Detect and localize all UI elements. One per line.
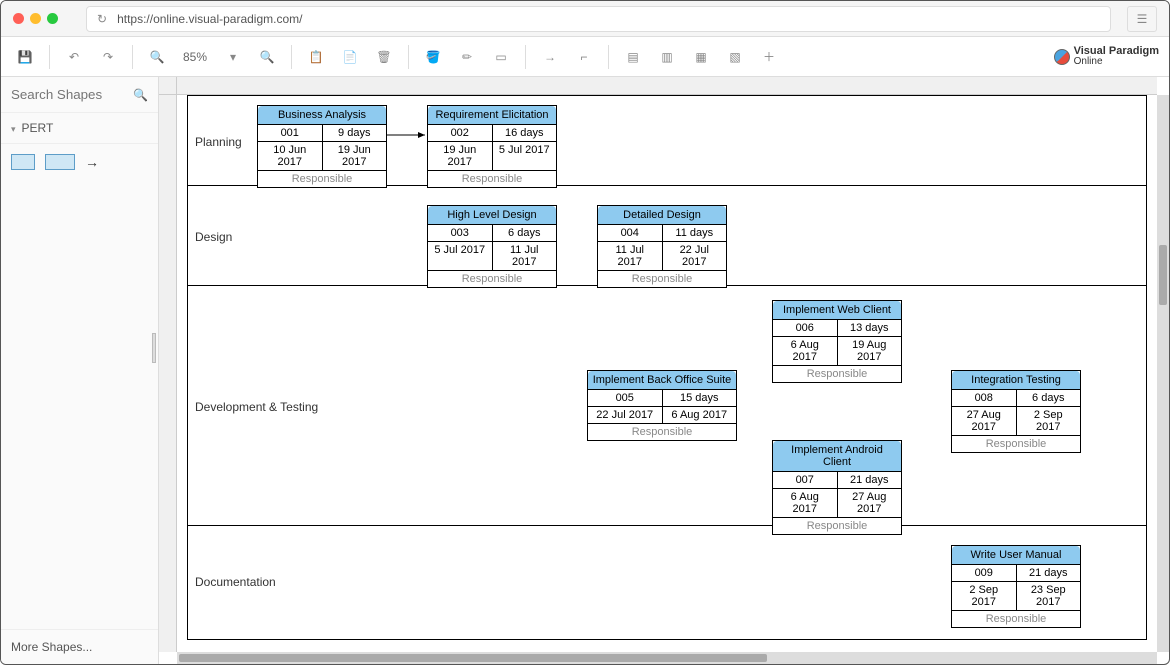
line-color-button[interactable]: ✏ bbox=[453, 43, 481, 71]
task-write-user-manual[interactable]: Write User Manual 00921 days 2 Sep 20172… bbox=[951, 545, 1081, 628]
task-implement-back-office[interactable]: Implement Back Office Suite 00515 days 2… bbox=[587, 370, 737, 441]
shape-task-wide[interactable] bbox=[45, 154, 75, 170]
reload-icon[interactable]: ↻ bbox=[97, 12, 107, 26]
delete-button[interactable]: 🗑 bbox=[370, 43, 398, 71]
zoom-in-button[interactable]: 🔍 bbox=[253, 43, 281, 71]
scrollbar-thumb[interactable] bbox=[179, 654, 767, 662]
undo-button[interactable]: ↶ bbox=[60, 43, 88, 71]
zoom-out-button[interactable]: 🔍 bbox=[143, 43, 171, 71]
canvas[interactable]: Planning Design Development & Testing Do… bbox=[177, 95, 1157, 652]
sidebar-collapse-handle[interactable] bbox=[152, 333, 156, 363]
task-business-analysis[interactable]: Business Analysis 0019 days 10 Jun 20171… bbox=[257, 105, 387, 188]
lane-design: Design bbox=[195, 230, 232, 244]
minimize-icon[interactable] bbox=[30, 13, 41, 24]
menu-icon[interactable]: ☰ bbox=[1127, 6, 1157, 32]
brand-logo: Visual ParadigmOnline bbox=[1054, 46, 1159, 67]
task-integration-testing[interactable]: Integration Testing 0086 days 27 Aug 201… bbox=[951, 370, 1081, 453]
zoom-dropdown[interactable]: ▾ bbox=[219, 43, 247, 71]
add-button[interactable]: ＋ bbox=[755, 43, 783, 71]
search-shapes: 🔍 bbox=[1, 77, 158, 113]
ruler-corner bbox=[159, 77, 177, 95]
lane-devtest: Development & Testing bbox=[195, 400, 318, 414]
task-implement-web-client[interactable]: Implement Web Client 00613 days 6 Aug 20… bbox=[772, 300, 902, 383]
scrollbar-vertical[interactable] bbox=[1157, 95, 1169, 652]
lane-planning: Planning bbox=[195, 135, 242, 149]
connector-straight-button[interactable]: → bbox=[536, 43, 564, 71]
search-input[interactable] bbox=[11, 87, 125, 102]
to-front-button[interactable]: ▤ bbox=[619, 43, 647, 71]
sidebar: 🔍 PERT More Shapes... bbox=[1, 77, 159, 664]
more-shapes-button[interactable]: More Shapes... bbox=[1, 629, 158, 664]
shape-palette bbox=[1, 144, 158, 180]
shape-arrow[interactable] bbox=[85, 154, 109, 170]
connector-elbow-button[interactable]: ⌐ bbox=[570, 43, 598, 71]
app-window: ↻ https://online.visual-paradigm.com/ ☰ … bbox=[0, 0, 1170, 665]
close-icon[interactable] bbox=[13, 13, 24, 24]
shape-task[interactable] bbox=[11, 154, 35, 170]
window-controls bbox=[13, 13, 58, 24]
vp-logo-icon bbox=[1054, 49, 1070, 65]
task-detailed-design[interactable]: Detailed Design 00411 days 11 Jul 201722… bbox=[597, 205, 727, 288]
align-button[interactable]: ▦ bbox=[687, 43, 715, 71]
redo-button[interactable]: ↷ bbox=[94, 43, 122, 71]
task-requirement-elicitation[interactable]: Requirement Elicitation 00216 days 19 Ju… bbox=[427, 105, 557, 188]
paste-button[interactable]: 📄 bbox=[336, 43, 364, 71]
url-text: https://online.visual-paradigm.com/ bbox=[117, 12, 302, 26]
save-button[interactable]: 💾 bbox=[11, 43, 39, 71]
titlebar: ↻ https://online.visual-paradigm.com/ ☰ bbox=[1, 1, 1169, 37]
category-pert[interactable]: PERT bbox=[1, 113, 158, 144]
search-icon[interactable]: 🔍 bbox=[133, 88, 148, 102]
to-back-button[interactable]: ▥ bbox=[653, 43, 681, 71]
scrollbar-thumb[interactable] bbox=[1159, 245, 1167, 305]
task-implement-android-client[interactable]: Implement Android Client 00721 days 6 Au… bbox=[772, 440, 902, 535]
toolbar: 💾 ↶ ↷ 🔍 85% ▾ 🔍 📋 📄 🗑 🪣 ✏ ▭ → ⌐ ▤ ▥ ▦ ▧ … bbox=[1, 37, 1169, 77]
maximize-icon[interactable] bbox=[47, 13, 58, 24]
fill-button[interactable]: 🪣 bbox=[419, 43, 447, 71]
main-area: 🔍 PERT More Shapes... Plannin bbox=[1, 77, 1169, 664]
scrollbar-horizontal[interactable] bbox=[177, 652, 1157, 664]
ruler-vertical bbox=[159, 95, 177, 652]
address-bar[interactable]: ↻ https://online.visual-paradigm.com/ bbox=[86, 6, 1111, 32]
task-high-level-design[interactable]: High Level Design 0036 days 5 Jul 201711… bbox=[427, 205, 557, 288]
canvas-wrap: Planning Design Development & Testing Do… bbox=[159, 77, 1169, 664]
ruler-horizontal bbox=[177, 77, 1157, 95]
distribute-button[interactable]: ▧ bbox=[721, 43, 749, 71]
zoom-level[interactable]: 85% bbox=[177, 50, 213, 64]
diagram: Planning Design Development & Testing Do… bbox=[177, 95, 1157, 652]
shadow-button[interactable]: ▭ bbox=[487, 43, 515, 71]
copy-button[interactable]: 📋 bbox=[302, 43, 330, 71]
lane-doc: Documentation bbox=[195, 575, 276, 589]
